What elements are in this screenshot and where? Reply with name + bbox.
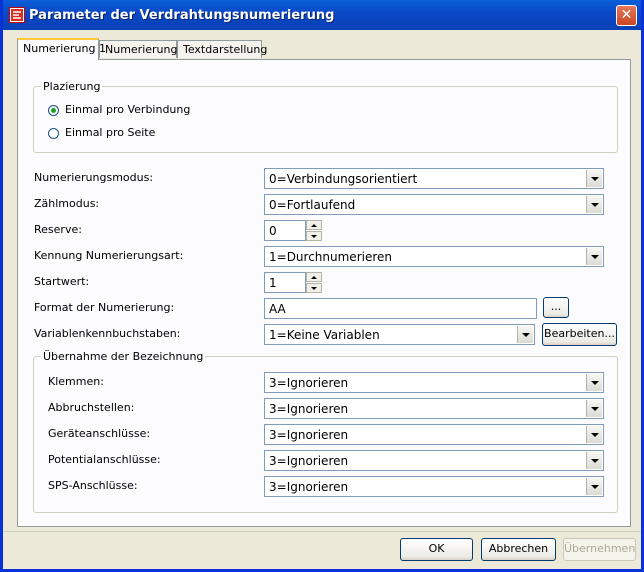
spin-down-icon[interactable]: [306, 283, 322, 293]
apply-button[interactable]: Übernehmen: [563, 538, 636, 561]
chevron-down-icon[interactable]: [586, 452, 602, 469]
dialog-window: Parameter der Verdrahtungsnumerierung ✕ …: [0, 0, 644, 572]
chevron-down-icon[interactable]: [586, 400, 602, 417]
window-title: Parameter der Verdrahtungsnumerierung: [29, 8, 335, 23]
radio-per-connection[interactable]: Einmal pro Verbindung: [48, 103, 190, 116]
spin-down-icon[interactable]: [306, 231, 322, 241]
radio-label: Einmal pro Seite: [65, 126, 156, 139]
chevron-down-icon[interactable]: [517, 326, 533, 343]
potential-connections-select[interactable]: 3=Ignorieren: [264, 450, 604, 471]
numbering-mode-label: Numerierungsmodus:: [34, 171, 154, 184]
tab-numerierung-1[interactable]: Numerierung 1: [17, 38, 106, 60]
format-label: Format der Numerierung:: [34, 301, 175, 314]
terminals-select[interactable]: 3=Ignorieren: [264, 372, 604, 393]
variables-label: Variablenkennbuchstaben:: [34, 327, 181, 340]
plc-connections-select[interactable]: 3=Ignorieren: [264, 476, 604, 497]
select-value: 1=Durchnumerieren: [269, 250, 392, 264]
plc-connections-label: SPS-Anschlüsse:: [48, 479, 138, 492]
select-value: 0=Fortlaufend: [269, 198, 356, 212]
select-value: 0=Verbindungsorientiert: [269, 172, 418, 186]
ok-button[interactable]: OK: [400, 538, 473, 561]
input-value: AA: [269, 302, 286, 316]
stepper-value: 0: [269, 224, 277, 238]
edit-variables-button[interactable]: Bearbeiten...: [542, 323, 617, 346]
radio-per-page[interactable]: Einmal pro Seite: [48, 126, 155, 139]
chevron-down-icon[interactable]: [586, 374, 602, 391]
select-value: 3=Ignorieren: [269, 428, 349, 442]
spin-up-icon[interactable]: [306, 220, 322, 230]
reserve-input[interactable]: 0: [264, 220, 306, 241]
start-value-input[interactable]: 1: [264, 272, 306, 293]
radio-button[interactable]: [48, 127, 59, 139]
stepper-buttons: [306, 220, 322, 241]
reserve-stepper[interactable]: 0: [264, 220, 322, 241]
app-icon: [9, 7, 25, 23]
terminals-label: Klemmen:: [48, 375, 104, 388]
tab-textdarstellung[interactable]: Textdarstellung: [177, 40, 267, 58]
start-value-label: Startwert:: [34, 275, 90, 288]
close-button[interactable]: ✕: [616, 5, 637, 26]
close-icon: ✕: [620, 7, 633, 23]
chevron-down-icon[interactable]: [586, 426, 602, 443]
placement-legend: Plazierung: [41, 80, 103, 93]
chevron-down-icon[interactable]: [586, 170, 602, 187]
footer-divider: [3, 531, 641, 532]
format-input[interactable]: AA: [264, 298, 537, 319]
select-value: 3=Ignorieren: [269, 480, 349, 494]
potential-connections-label: Potentialanschlüsse:: [48, 453, 161, 466]
select-value: 1=Keine Variablen: [269, 328, 380, 342]
radio-button[interactable]: [48, 104, 59, 116]
select-value: 3=Ignorieren: [269, 376, 349, 390]
variables-select[interactable]: 1=Keine Variablen: [264, 324, 535, 345]
chevron-down-icon[interactable]: [586, 478, 602, 495]
tab-numerierung-2[interactable]: Numerierung 2: [99, 40, 188, 58]
numbering-kind-label: Kennung Numerierungsart:: [34, 249, 184, 262]
title-bar[interactable]: Parameter der Verdrahtungsnumerierung ✕: [3, 0, 641, 30]
device-connections-label: Geräteanschlüsse:: [48, 427, 151, 440]
reserve-label: Reserve:: [34, 223, 82, 236]
device-connections-select[interactable]: 3=Ignorieren: [264, 424, 604, 445]
select-value: 3=Ignorieren: [269, 402, 349, 416]
stepper-buttons: [306, 272, 322, 293]
numbering-mode-select[interactable]: 0=Verbindungsorientiert: [264, 168, 604, 189]
takeover-group: Übernahme der Bezeichnung Klemmen: 3=Ign…: [33, 350, 618, 513]
start-value-stepper[interactable]: 1: [264, 272, 322, 293]
spin-up-icon[interactable]: [306, 272, 322, 282]
numbering-kind-select[interactable]: 1=Durchnumerieren: [264, 246, 604, 267]
placement-group: Plazierung Einmal pro Verbindung Einmal …: [33, 80, 618, 153]
format-browse-button[interactable]: ...: [543, 297, 569, 318]
radio-label: Einmal pro Verbindung: [65, 103, 191, 116]
interruption-points-select[interactable]: 3=Ignorieren: [264, 398, 604, 419]
chevron-down-icon[interactable]: [586, 248, 602, 265]
count-mode-select[interactable]: 0=Fortlaufend: [264, 194, 604, 215]
cancel-button[interactable]: Abbrechen: [481, 538, 556, 561]
takeover-legend: Übernahme der Bezeichnung: [41, 350, 206, 363]
interruption-points-label: Abbruchstellen:: [48, 401, 135, 414]
stepper-value: 1: [269, 276, 277, 290]
select-value: 3=Ignorieren: [269, 454, 349, 468]
chevron-down-icon[interactable]: [586, 196, 602, 213]
tab-panel: Plazierung Einmal pro Verbindung Einmal …: [17, 59, 631, 527]
count-mode-label: Zählmodus:: [34, 197, 100, 210]
